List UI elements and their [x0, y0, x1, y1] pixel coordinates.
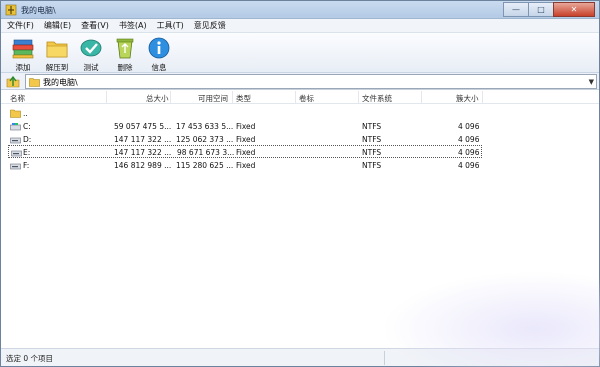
item-type: Fixed — [236, 161, 256, 170]
window-controls: — □ ✕ — [503, 2, 595, 17]
minimize-icon: — — [512, 5, 520, 14]
item-filesystem: NTFS — [362, 148, 382, 157]
address-input[interactable]: 我的电脑\ ▼ — [25, 74, 597, 89]
item-name: .. — [23, 109, 28, 118]
column-header-free[interactable]: 可用空间 — [198, 93, 228, 104]
status-text: 选定 0 个项目 — [6, 354, 54, 363]
address-path: 我的电脑\ — [43, 78, 78, 87]
item-type: Fixed — [236, 148, 256, 157]
info-button[interactable]: 信息 — [144, 36, 174, 72]
item-name: C: — [23, 122, 31, 131]
item-free-space: 98 671 673 3... — [177, 148, 235, 157]
add-books-icon — [12, 39, 34, 59]
item-total-size: 59 057 475 5... — [114, 122, 172, 131]
maximize-icon: □ — [537, 5, 545, 14]
menu-view[interactable]: 查看(V) — [81, 20, 109, 31]
add-button[interactable]: 添加 — [8, 36, 38, 72]
item-cluster-size: 4 096 — [458, 148, 480, 157]
test-button[interactable]: 测试 — [76, 36, 106, 72]
status-bar: 选定 0 个项目 — [1, 348, 599, 366]
delete-button[interactable]: 删除 — [110, 36, 140, 72]
menu-bar: 文件(F) 编辑(E) 查看(V) 书签(A) 工具(T) 意见反馈 — [1, 19, 599, 33]
list-item[interactable]: C: 59 057 475 5... 17 453 633 5... Fixed… — [1, 120, 599, 133]
drive-icon — [10, 163, 21, 170]
item-cluster-size: 4 096 — [458, 135, 480, 144]
item-cluster-size: 4 096 — [458, 161, 480, 170]
column-divider[interactable] — [295, 91, 296, 103]
window-title: 我的电脑\ — [21, 6, 56, 15]
item-cluster-size: 4 096 — [458, 122, 480, 131]
close-icon: ✕ — [570, 5, 578, 14]
delete-recycle-icon — [116, 38, 134, 59]
column-divider[interactable] — [358, 91, 359, 103]
folder-up-icon — [10, 109, 21, 118]
title-bar: 我的电脑\ — □ ✕ — [1, 1, 599, 19]
column-divider[interactable] — [482, 91, 483, 103]
column-header-type[interactable]: 类型 — [236, 93, 251, 104]
menu-bookmarks[interactable]: 书签(A) — [119, 20, 147, 31]
column-header-total[interactable]: 总大小 — [146, 93, 169, 104]
item-total-size: 147 117 322 ... — [114, 135, 172, 144]
menu-edit[interactable]: 编辑(E) — [44, 20, 71, 31]
address-bar: 我的电脑\ ▼ — [1, 73, 599, 90]
file-list: 名称 总大小 可用空间 类型 卷标 文件系统 簇大小 .. C: 59 057 … — [1, 90, 599, 348]
info-icon — [148, 37, 170, 59]
up-folder-icon[interactable] — [6, 75, 20, 88]
menu-feedback[interactable]: 意见反馈 — [194, 20, 226, 31]
drive-icon — [11, 150, 22, 157]
item-free-space: 125 062 373 ... — [176, 135, 234, 144]
item-free-space: 17 453 633 5... — [176, 122, 234, 131]
item-filesystem: NTFS — [362, 135, 382, 144]
extract-folder-icon — [46, 41, 68, 58]
column-header-label[interactable]: 卷标 — [299, 93, 314, 104]
list-item[interactable]: .. — [1, 107, 599, 120]
list-item-focused[interactable]: E: 147 117 322 ... 98 671 673 3... Fixed… — [8, 145, 482, 158]
item-filesystem: NTFS — [362, 122, 382, 131]
item-free-space: 115 280 625 ... — [176, 161, 234, 170]
item-type: Fixed — [236, 135, 256, 144]
drive-icon — [10, 137, 21, 144]
column-header-filesystem[interactable]: 文件系统 — [362, 93, 392, 104]
toolbar: 添加 解压到 测试 删除 信息 — [1, 33, 599, 73]
app-logo-icon — [5, 4, 17, 16]
extract-to-button[interactable]: 解压到 — [42, 36, 72, 72]
item-filesystem: NTFS — [362, 161, 382, 170]
item-type: Fixed — [236, 122, 256, 131]
chevron-down-icon[interactable]: ▼ — [589, 78, 594, 86]
info-label: 信息 — [151, 63, 167, 72]
maximize-button[interactable]: □ — [528, 2, 554, 17]
folder-icon — [29, 78, 40, 87]
test-label: 测试 — [83, 63, 99, 72]
item-name: F: — [23, 161, 30, 170]
column-divider[interactable] — [106, 91, 107, 103]
minimize-button[interactable]: — — [503, 2, 529, 17]
drive-icon — [10, 123, 21, 131]
list-item[interactable]: F: 146 812 989 ... 115 280 625 ... Fixed… — [1, 159, 599, 172]
close-button[interactable]: ✕ — [553, 2, 595, 17]
menu-file[interactable]: 文件(F) — [7, 20, 34, 31]
app-window: 我的电脑\ — □ ✕ 文件(F) 编辑(E) 查看(V) 书签(A) 工具(T… — [0, 0, 600, 367]
column-header-name[interactable]: 名称 — [10, 93, 25, 104]
item-total-size: 147 117 322 ... — [114, 148, 172, 157]
item-name: D: — [23, 135, 32, 144]
status-divider — [384, 351, 385, 365]
test-check-icon — [80, 39, 102, 57]
column-divider[interactable] — [170, 91, 171, 103]
column-header-row: 名称 总大小 可用空间 类型 卷标 文件系统 簇大小 — [1, 90, 599, 104]
item-total-size: 146 812 989 ... — [114, 161, 172, 170]
item-name: E: — [23, 148, 31, 157]
delete-label: 删除 — [117, 63, 133, 72]
column-header-cluster[interactable]: 簇大小 — [456, 93, 479, 104]
add-label: 添加 — [15, 63, 31, 72]
column-divider[interactable] — [232, 91, 233, 103]
column-divider[interactable] — [421, 91, 422, 103]
extract-to-label: 解压到 — [45, 63, 69, 72]
menu-tools[interactable]: 工具(T) — [157, 20, 184, 31]
